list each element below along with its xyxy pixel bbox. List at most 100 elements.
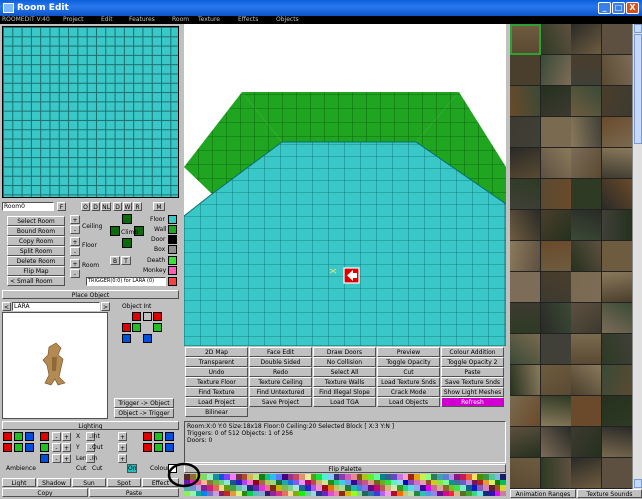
- face-edit-button[interactable]: Face Edit: [249, 347, 312, 357]
- texture-tile[interactable]: [540, 210, 571, 240]
- no-collision-button[interactable]: No Collision: [313, 357, 376, 367]
- objint-top-red[interactable]: [132, 312, 141, 321]
- texture-tile[interactable]: [601, 241, 632, 271]
- texture-tile[interactable]: [540, 241, 571, 271]
- ambience-green-down[interactable]: [14, 443, 23, 452]
- ambience-red-down[interactable]: [3, 443, 12, 452]
- redo-button[interactable]: Redo: [249, 367, 312, 377]
- texture-tile[interactable]: [540, 458, 571, 488]
- toggle-opacity-2-button[interactable]: Toggle Opacity 2: [441, 357, 504, 367]
- object-name-field[interactable]: LARA: [12, 302, 100, 311]
- door-swatch[interactable]: [168, 235, 177, 244]
- light-red-swatch[interactable]: [40, 432, 49, 441]
- texture-tile[interactable]: [510, 148, 540, 178]
- 2d-map-button[interactable]: 2D Map: [185, 347, 248, 357]
- select-room-button[interactable]: Select Room: [7, 216, 65, 226]
- texture-tile[interactable]: [571, 334, 601, 364]
- texture-tile[interactable]: [571, 427, 601, 457]
- ceiling-lower-button[interactable]: -: [70, 225, 80, 234]
- texture-tile[interactable]: [601, 272, 632, 302]
- floor-raise-button[interactable]: +: [70, 237, 80, 246]
- texture-tile[interactable]: [571, 303, 601, 333]
- y-plus-button[interactable]: +: [62, 443, 71, 452]
- in-plus-button[interactable]: +: [118, 454, 127, 463]
- flip-map-button[interactable]: Flip Map: [7, 266, 65, 276]
- object-to-trigger-button[interactable]: Object -> Trigger: [114, 408, 174, 418]
- crack-mode-button[interactable]: Crack Mode: [377, 387, 440, 397]
- texture-tile[interactable]: [510, 427, 540, 457]
- texture-tile[interactable]: [601, 179, 632, 209]
- ambience-green-up[interactable]: [14, 432, 23, 441]
- cut-button[interactable]: Cut: [377, 367, 440, 377]
- floor-swatch[interactable]: [168, 215, 177, 224]
- texture-tile[interactable]: [510, 334, 540, 364]
- colour-green-up[interactable]: [154, 432, 163, 441]
- objint-left-red[interactable]: [122, 323, 131, 332]
- texture-tile[interactable]: [540, 55, 571, 85]
- texture-tile[interactable]: [601, 210, 632, 240]
- flip-palette-button[interactable]: Flip Palette: [184, 464, 506, 473]
- load-tga-button[interactable]: Load TGA: [313, 397, 376, 407]
- int-plus-button[interactable]: +: [118, 432, 127, 441]
- climb-west-toggle[interactable]: [110, 226, 120, 236]
- texture-floor-button[interactable]: Texture Floor: [185, 377, 248, 387]
- texture-tile[interactable]: [571, 458, 601, 488]
- texture-tile[interactable]: [540, 24, 571, 54]
- texture-tile[interactable]: [571, 365, 601, 395]
- objint-right-green[interactable]: [153, 323, 162, 332]
- find-illegal-slope-button[interactable]: Find Illegal Slope: [313, 387, 376, 397]
- palette-cell[interactable]: [500, 490, 506, 496]
- objint-left-blue[interactable]: [122, 334, 131, 343]
- close-button[interactable]: X: [626, 2, 639, 14]
- texture-walls-button[interactable]: Texture Walls: [313, 377, 376, 387]
- save-project-button[interactable]: Save Project: [249, 397, 312, 407]
- texture-tile[interactable]: [571, 241, 601, 271]
- colour-palette[interactable]: [184, 474, 506, 496]
- texture-tile[interactable]: [510, 272, 540, 302]
- object-next-button[interactable]: >: [101, 302, 110, 311]
- spot-button[interactable]: Spot: [107, 478, 141, 487]
- ambience-red-up[interactable]: [3, 432, 12, 441]
- flag-nl-button[interactable]: NL: [101, 202, 111, 211]
- minimize-button[interactable]: _: [598, 2, 611, 14]
- copy-room-button[interactable]: Copy Room: [7, 236, 65, 246]
- texture-tile[interactable]: [601, 86, 632, 116]
- ceiling-raise-button[interactable]: +: [70, 215, 80, 224]
- menu-features[interactable]: Features: [129, 16, 155, 24]
- light-button[interactable]: Light: [2, 478, 36, 487]
- out-plus-button[interactable]: +: [118, 443, 127, 452]
- wall-swatch[interactable]: [168, 225, 177, 234]
- menu-objects[interactable]: Objects: [276, 16, 299, 24]
- bound-room-button[interactable]: Bound Room: [7, 226, 65, 236]
- climb-south-toggle[interactable]: [122, 238, 132, 248]
- transparent-button[interactable]: Transparent: [185, 357, 248, 367]
- texture-tile[interactable]: [540, 86, 571, 116]
- double-sided-button[interactable]: Double Sided: [249, 357, 312, 367]
- texture-panel[interactable]: [510, 24, 632, 489]
- trigger-field[interactable]: TRIGGER(0:0) for LARA (0): [86, 277, 166, 286]
- texture-tile[interactable]: [510, 458, 540, 488]
- t-button[interactable]: T: [121, 256, 131, 265]
- texture-tile[interactable]: [571, 210, 601, 240]
- load-texture-snds-button[interactable]: Load Texture Snds: [377, 377, 440, 387]
- light-blue-swatch[interactable]: [40, 454, 49, 463]
- colour-red-up[interactable]: [143, 432, 152, 441]
- trigger-swatch[interactable]: [168, 277, 177, 286]
- load-project-button[interactable]: Load Project: [185, 397, 248, 407]
- light-green-swatch[interactable]: [40, 443, 49, 452]
- texture-tile[interactable]: [510, 179, 540, 209]
- b-button[interactable]: B: [110, 256, 120, 265]
- texture-tile[interactable]: [510, 365, 540, 395]
- texture-tile[interactable]: [510, 241, 540, 271]
- scroll-down-arrow[interactable]: [634, 479, 642, 488]
- colour-addition-button[interactable]: Colour Addition: [441, 347, 504, 357]
- texture-tile[interactable]: [601, 396, 632, 426]
- light-on-toggle[interactable]: On: [127, 464, 137, 473]
- texture-tile[interactable]: [571, 272, 601, 302]
- y-minus-button[interactable]: -: [52, 443, 61, 452]
- texture-tile[interactable]: [540, 179, 571, 209]
- find-untextured-button[interactable]: Find Untextured: [249, 387, 312, 397]
- find-texture-button[interactable]: Find Texture: [185, 387, 248, 397]
- texture-tile[interactable]: [540, 117, 571, 147]
- floor-lower-button[interactable]: -: [70, 247, 80, 256]
